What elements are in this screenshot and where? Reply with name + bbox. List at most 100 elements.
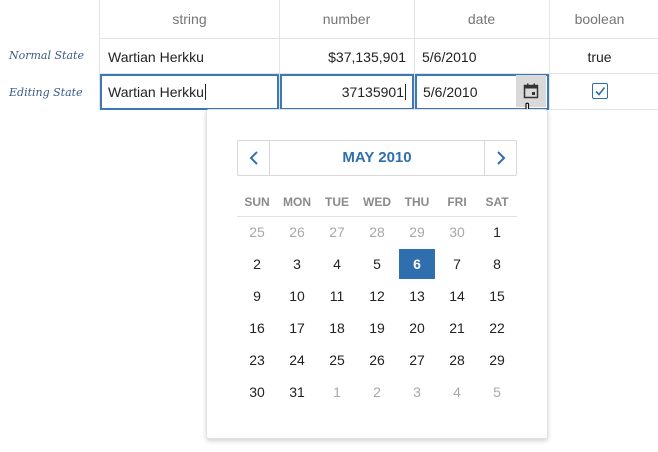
- calendar-day-cell[interactable]: 8: [477, 248, 517, 280]
- day-number: 6: [413, 256, 421, 272]
- calendar-week-row: 2 3 4 5 6 7 8: [237, 248, 517, 280]
- previous-month-button[interactable]: [238, 141, 270, 175]
- calendar-day-cell[interactable]: 25: [237, 216, 277, 248]
- calendar-day-cell[interactable]: 9: [237, 280, 277, 312]
- normal-number-cell[interactable]: $37,135,901: [280, 39, 406, 75]
- calendar-day-cell[interactable]: 4: [317, 248, 357, 280]
- day-number: 10: [289, 288, 305, 304]
- calendar-day-cell[interactable]: 29: [397, 216, 437, 248]
- calendar-day-cell[interactable]: 28: [437, 344, 477, 376]
- weekday-label: SUN: [244, 195, 270, 209]
- day-number: 11: [329, 288, 345, 304]
- weekday-label: THU: [404, 195, 430, 209]
- calendar-day-cell[interactable]: 4: [437, 376, 477, 408]
- day-number: 19: [369, 320, 385, 336]
- day-number: 9: [253, 288, 261, 304]
- day-number: 17: [289, 320, 305, 336]
- calendar-day-cell[interactable]: 25: [317, 344, 357, 376]
- next-month-button[interactable]: [484, 141, 516, 175]
- day-number: 14: [449, 288, 465, 304]
- string-editor-value: Wartian Herkku: [108, 84, 204, 100]
- calendar-day-cell[interactable]: 23: [237, 344, 277, 376]
- calendar-day-cell[interactable]: 20: [397, 312, 437, 344]
- calendar-day-cell[interactable]: 30: [237, 376, 277, 408]
- day-number: 18: [329, 320, 345, 336]
- calendar-day-cell[interactable]: 31: [277, 376, 317, 408]
- column-header-date[interactable]: date: [414, 0, 549, 39]
- row-label-normal: Normal State: [9, 49, 84, 62]
- selected-day-cell[interactable]: 6: [397, 248, 437, 280]
- calendar-day-cell[interactable]: 11: [317, 280, 357, 312]
- calendar-day-cell[interactable]: 26: [357, 344, 397, 376]
- day-number: 24: [289, 352, 305, 368]
- calendar-day-cell[interactable]: 29: [477, 344, 517, 376]
- day-number: 4: [453, 384, 461, 400]
- calendar-day-cell[interactable]: 13: [397, 280, 437, 312]
- calendar-day-cell[interactable]: 16: [237, 312, 277, 344]
- month-year-title[interactable]: MAY 2010: [270, 141, 484, 175]
- day-number: 27: [329, 224, 345, 240]
- normal-date-cell[interactable]: 5/6/2010: [422, 39, 477, 75]
- calendar-day-cell[interactable]: 10: [277, 280, 317, 312]
- column-header-boolean[interactable]: boolean: [549, 0, 650, 39]
- string-editor-input[interactable]: Wartian Herkku: [100, 74, 279, 110]
- day-number: 16: [249, 320, 265, 336]
- calendar-day-cell[interactable]: 26: [277, 216, 317, 248]
- day-number: 20: [409, 320, 425, 336]
- calendar-day-cell[interactable]: 19: [357, 312, 397, 344]
- calendar-day-cell[interactable]: 21: [437, 312, 477, 344]
- calendar-day-cell[interactable]: 3: [277, 248, 317, 280]
- calendar-day-cell[interactable]: 7: [437, 248, 477, 280]
- calendar-day-cell[interactable]: 30: [437, 216, 477, 248]
- calendar-week-row: 9 10 11 12 13 14 15: [237, 280, 517, 312]
- calendar-day-cell[interactable]: 2: [237, 248, 277, 280]
- column-header-number[interactable]: number: [279, 0, 414, 39]
- chevron-left-icon: [249, 151, 258, 165]
- calendar-day-cell[interactable]: 17: [277, 312, 317, 344]
- calendar-day-cell[interactable]: 1: [477, 216, 517, 248]
- number-editor-value: 37135901: [341, 84, 404, 100]
- day-number: 4: [333, 256, 341, 272]
- calendar-week-row: 25 26 27 28 29 30 1: [237, 216, 517, 248]
- day-number: 1: [333, 384, 341, 400]
- day-number: 30: [449, 224, 465, 240]
- calendar-day-cell[interactable]: 14: [437, 280, 477, 312]
- calendar-day-cell[interactable]: 15: [477, 280, 517, 312]
- day-number: 8: [493, 256, 501, 272]
- calendar-day-cell[interactable]: 27: [397, 344, 437, 376]
- number-editor-input[interactable]: 37135901: [280, 74, 414, 110]
- normal-boolean-cell[interactable]: true: [549, 39, 650, 75]
- calendar-icon: [523, 83, 539, 99]
- calendar-day-cell[interactable]: 12: [357, 280, 397, 312]
- day-number: 12: [369, 288, 385, 304]
- weekday-label: SAT: [485, 195, 509, 209]
- calendar-day-cell[interactable]: 24: [277, 344, 317, 376]
- day-number: 1: [493, 224, 501, 240]
- normal-string-cell[interactable]: Wartian Herkku: [108, 39, 204, 75]
- calendar-week-row: 16 17 18 19 20 21 22: [237, 312, 517, 344]
- calendar-day-cell[interactable]: 18: [317, 312, 357, 344]
- column-header-string[interactable]: string: [100, 0, 279, 39]
- day-number: 22: [489, 320, 505, 336]
- checkmark-icon: [595, 87, 606, 96]
- calendar-day-cell[interactable]: 1: [317, 376, 357, 408]
- calendar-day-cell[interactable]: 27: [317, 216, 357, 248]
- calendar-day-cell[interactable]: 3: [397, 376, 437, 408]
- calendar-day-cell[interactable]: 22: [477, 312, 517, 344]
- day-number: 5: [493, 384, 501, 400]
- day-number: 26: [289, 224, 305, 240]
- calendar-day-cell[interactable]: 28: [357, 216, 397, 248]
- row-label-editing: Editing State: [9, 86, 83, 99]
- calendar-week-row: 23 24 25 26 27 28 29: [237, 344, 517, 376]
- boolean-editor-checkbox[interactable]: [592, 83, 608, 99]
- day-number: 3: [413, 384, 421, 400]
- calendar-day-cell[interactable]: 2: [357, 376, 397, 408]
- day-number: 28: [449, 352, 465, 368]
- day-number: 13: [409, 288, 425, 304]
- calendar-week-row: 30 31 1 2 3 4 5: [237, 376, 517, 408]
- day-number: 23: [249, 352, 265, 368]
- day-number: 2: [253, 256, 261, 272]
- day-number: 5: [373, 256, 381, 272]
- calendar-day-cell[interactable]: 5: [357, 248, 397, 280]
- calendar-day-cell[interactable]: 5: [477, 376, 517, 408]
